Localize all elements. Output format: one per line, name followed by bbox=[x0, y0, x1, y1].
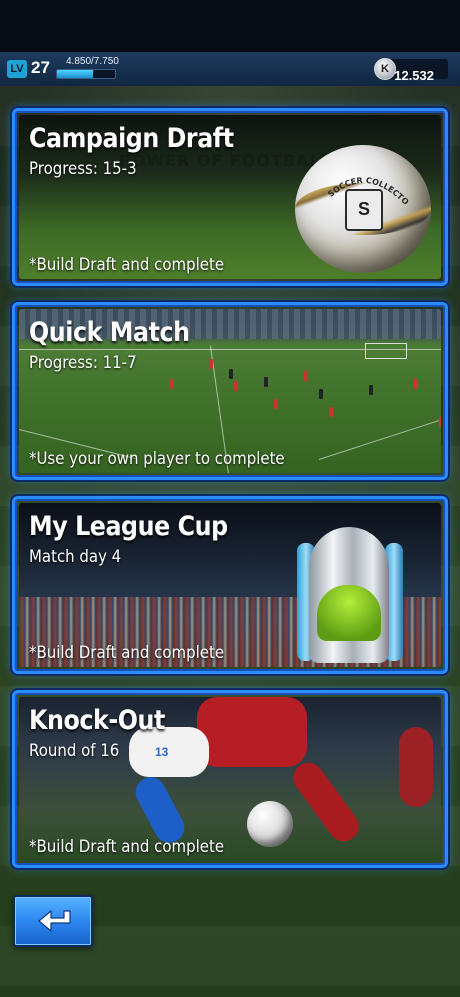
xp-progress-fill bbox=[57, 70, 94, 78]
player-leg bbox=[287, 756, 365, 848]
goal-frame bbox=[365, 343, 407, 359]
card-title: My League Cup bbox=[29, 511, 228, 542]
card-title: Quick Match bbox=[29, 317, 190, 348]
player-marker bbox=[234, 381, 238, 391]
back-button[interactable] bbox=[13, 895, 93, 947]
top-bar: LV 27 4.850/7.750 K 12.532 bbox=[0, 52, 460, 87]
trophy-detail bbox=[317, 585, 381, 641]
card-progress: Progress: 15-3 bbox=[29, 159, 137, 179]
player-marker bbox=[304, 371, 308, 381]
card-note: *Use your own player to complete bbox=[29, 449, 285, 469]
knock-out-card[interactable]: 13 Knock-Out Round of 16 *Build Draft an… bbox=[12, 690, 448, 868]
player-red-shorts bbox=[197, 697, 307, 767]
back-arrow-icon bbox=[38, 910, 71, 932]
card-note: *Build Draft and complete bbox=[29, 255, 225, 275]
player-marker bbox=[169, 379, 173, 389]
campaign-draft-card[interactable]: POWER OF FOOTBALL SOCCER COLLECTOR S Cam… bbox=[12, 108, 448, 286]
player-marker bbox=[264, 377, 268, 387]
player-marker bbox=[274, 399, 278, 409]
xp-text: 4.850/7.750 bbox=[66, 56, 119, 67]
pitch-line bbox=[318, 415, 441, 460]
coin-icon: K bbox=[374, 58, 396, 80]
shirt-number: 13 bbox=[155, 745, 169, 759]
card-progress: Progress: 11-7 bbox=[29, 353, 137, 373]
card-note: *Build Draft and complete bbox=[29, 643, 225, 663]
my-league-cup-card[interactable]: My League Cup Match day 4 *Build Draft a… bbox=[12, 496, 448, 674]
soccer-ball-icon: SOCCER COLLECTOR S bbox=[295, 145, 431, 273]
card-matchday: Match day 4 bbox=[29, 547, 122, 567]
soccer-ball-icon bbox=[247, 801, 293, 847]
coin-value: 12.532 bbox=[394, 68, 434, 83]
quick-match-card[interactable]: Quick Match Progress: 11-7 *Use your own… bbox=[12, 302, 448, 480]
status-strip bbox=[0, 0, 460, 52]
card-title: Campaign Draft bbox=[29, 123, 234, 154]
player-marker bbox=[369, 385, 373, 395]
level-number: 27 bbox=[31, 58, 50, 77]
level-badge: LV bbox=[7, 60, 27, 78]
xp-progress-bar bbox=[56, 69, 116, 79]
card-note: *Build Draft and complete bbox=[29, 837, 225, 857]
card-round: Round of 16 bbox=[29, 741, 120, 761]
player-marker bbox=[414, 379, 418, 389]
player-marker bbox=[209, 359, 213, 369]
player-marker bbox=[319, 389, 323, 399]
background-player bbox=[399, 727, 433, 807]
player-marker bbox=[229, 369, 233, 379]
card-title: Knock-Out bbox=[29, 705, 165, 736]
ball-badge: S bbox=[345, 189, 383, 231]
player-marker bbox=[329, 407, 333, 417]
player-marker bbox=[439, 417, 441, 427]
